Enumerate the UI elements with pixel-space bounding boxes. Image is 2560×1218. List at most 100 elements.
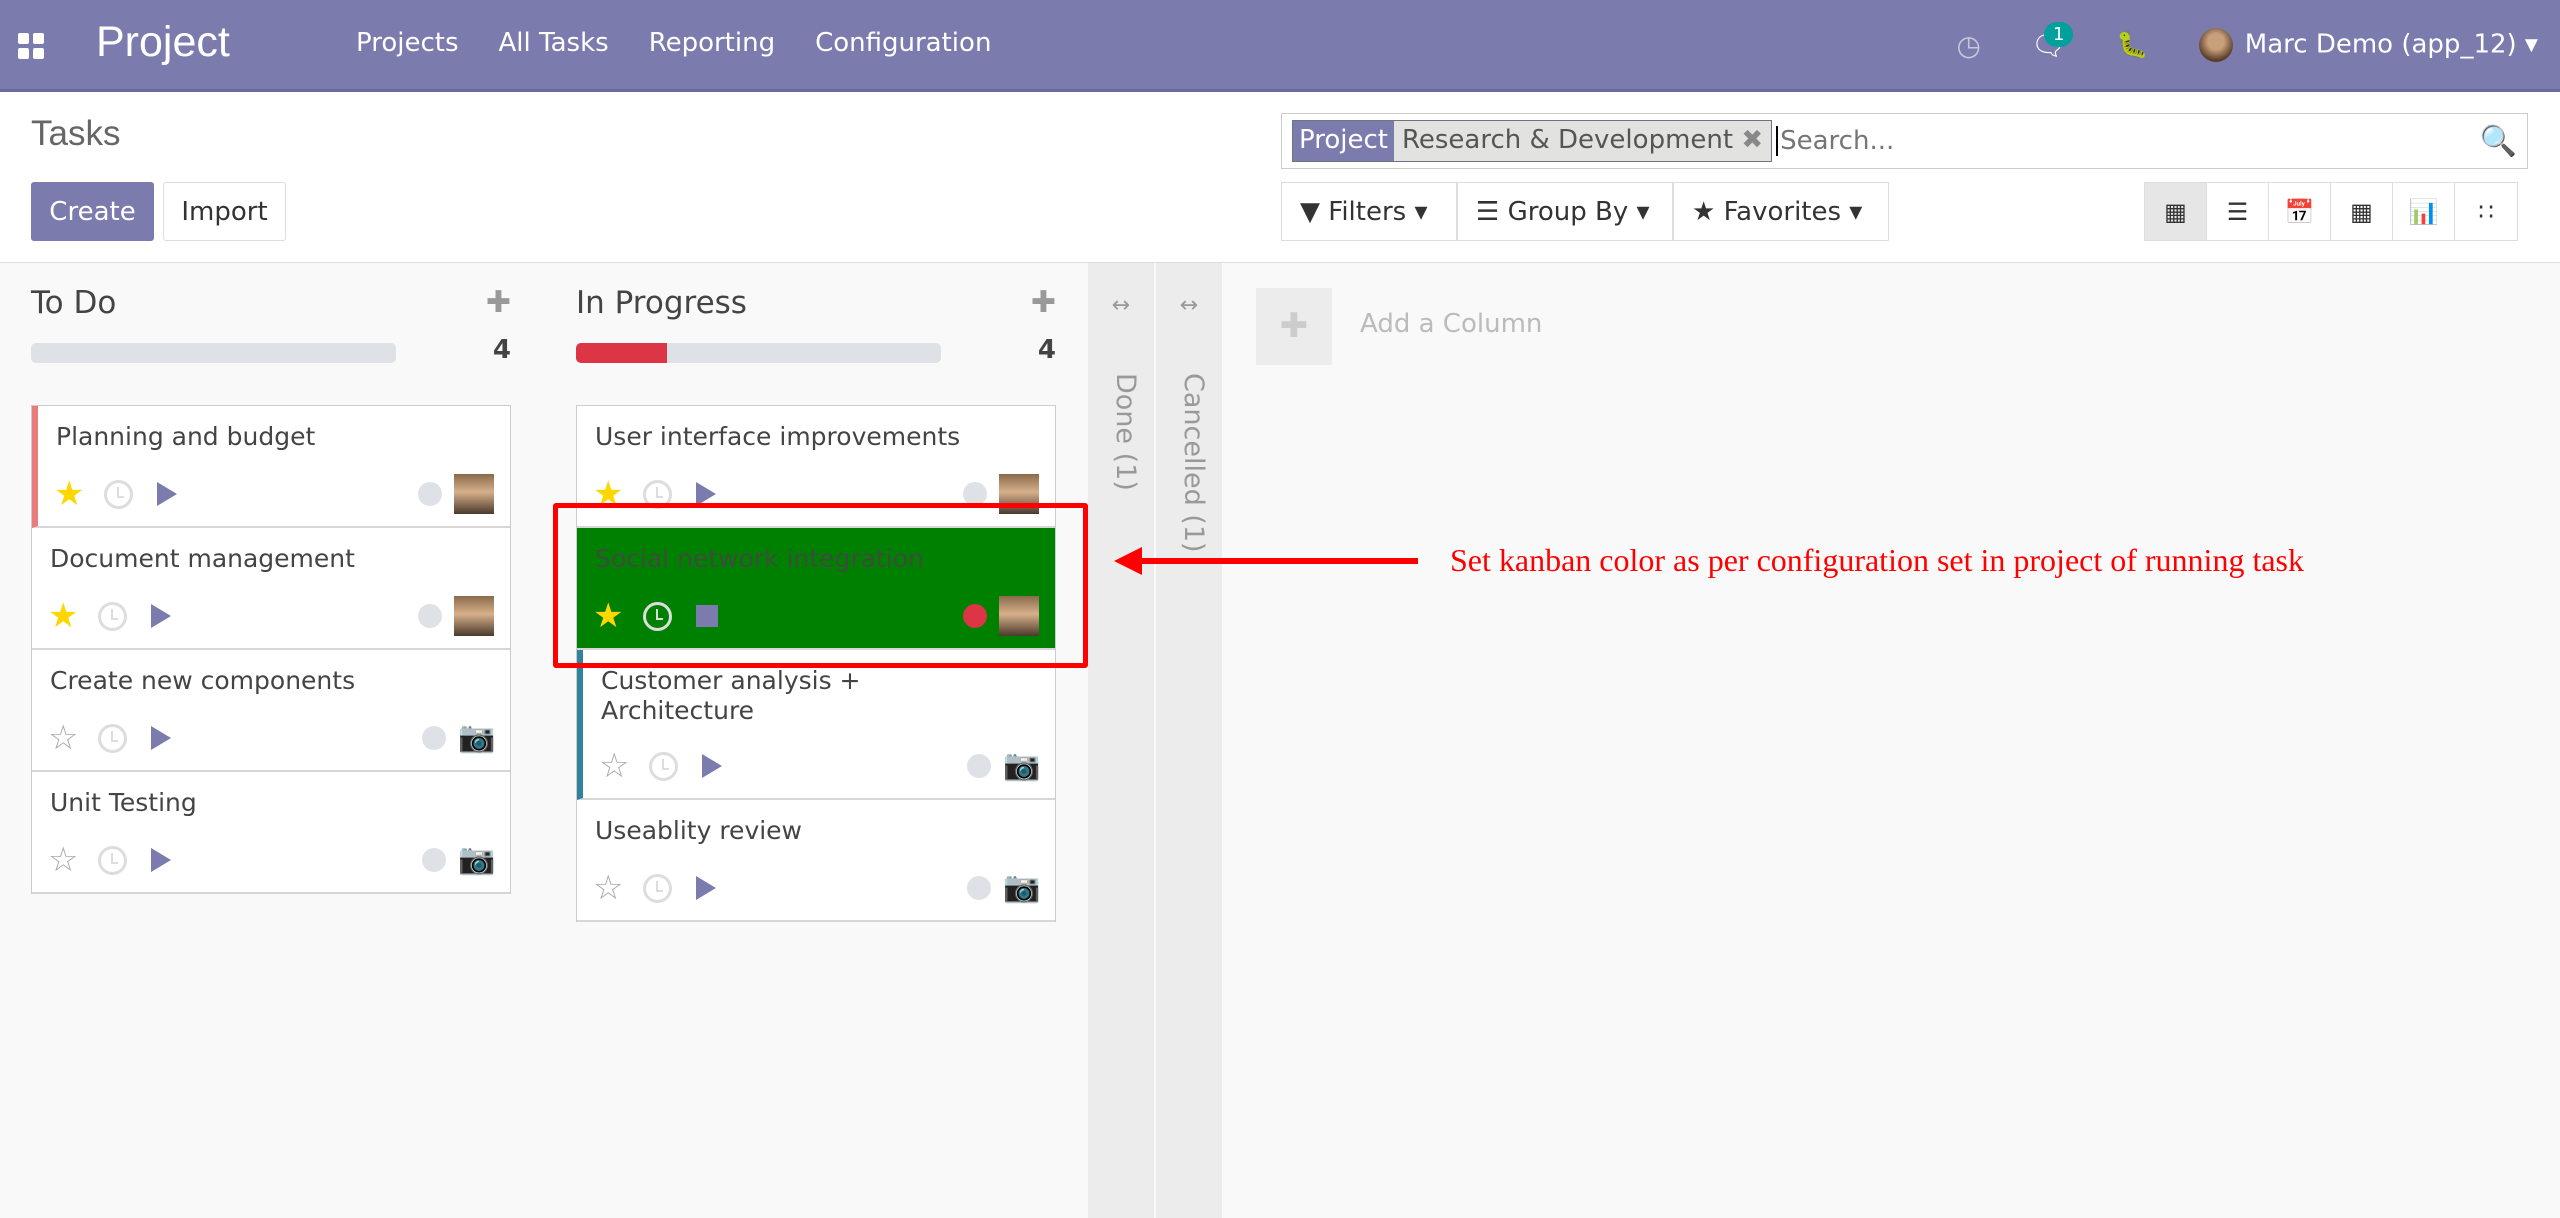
priority-star-outline-icon[interactable]: ☆ bbox=[48, 718, 98, 758]
task-card[interactable]: Create new components ☆ 📷 bbox=[32, 650, 510, 772]
search-icon[interactable]: 🔍 bbox=[2480, 124, 2517, 159]
kanban-state-dot[interactable] bbox=[967, 876, 991, 900]
start-timer-play-icon[interactable] bbox=[151, 726, 171, 750]
activity-view-icon[interactable]: ∷ bbox=[2455, 183, 2517, 240]
kanban-view-icon[interactable]: ▦ bbox=[2145, 183, 2207, 240]
star-icon: ★ bbox=[1692, 196, 1716, 227]
column-title: To Do bbox=[31, 285, 117, 321]
task-card[interactable]: Customer analysis + Architecture ☆ 📷 bbox=[577, 650, 1055, 800]
create-button[interactable]: Create bbox=[31, 182, 154, 241]
task-title: User interface improvements bbox=[595, 422, 961, 451]
menu-all-tasks[interactable]: All Tasks bbox=[499, 28, 609, 58]
no-avatar-camera-icon: 📷 bbox=[458, 842, 496, 877]
view-switcher: ▦ ☰ 📅 ▦ 📊 ∷ bbox=[2144, 182, 2518, 241]
task-card[interactable]: Useablity review ☆ 📷 bbox=[577, 800, 1055, 922]
task-title: Create new components bbox=[50, 666, 356, 695]
column-progress-bar[interactable] bbox=[576, 343, 941, 363]
start-timer-play-icon[interactable] bbox=[151, 848, 171, 872]
assignee-avatar bbox=[454, 596, 494, 636]
activity-clock-icon[interactable] bbox=[98, 723, 127, 753]
folded-column-label: Cancelled (1) bbox=[1178, 373, 1209, 553]
start-timer-play-icon[interactable] bbox=[151, 604, 171, 628]
annotation-arrowhead bbox=[1114, 547, 1142, 575]
favorites-button[interactable]: ★ Favorites ▾ bbox=[1673, 182, 1889, 241]
task-title: Customer analysis + Architecture bbox=[601, 666, 861, 725]
control-panel: Tasks Create Import Project Research & D… bbox=[0, 92, 2560, 263]
facet-key: Project bbox=[1293, 121, 1394, 161]
activity-clock-icon[interactable] bbox=[98, 845, 127, 875]
annotation-text: Set kanban color as per configuration se… bbox=[1450, 542, 2304, 578]
page-title: Tasks bbox=[31, 114, 121, 153]
folded-column-cancelled[interactable]: ↔ Cancelled (1) bbox=[1156, 263, 1222, 1218]
column-count: 4 bbox=[492, 335, 511, 365]
add-column-button[interactable]: Add a Column bbox=[1360, 309, 1542, 339]
group-by-label: Group By bbox=[1507, 196, 1629, 227]
kanban-column-in-progress: In Progress ✚ 4 User interface improveme… bbox=[576, 263, 1056, 922]
calendar-view-icon[interactable]: 📅 bbox=[2269, 183, 2331, 240]
graph-view-icon[interactable]: 📊 bbox=[2393, 183, 2455, 240]
task-title: Useablity review bbox=[595, 816, 803, 845]
start-timer-play-icon[interactable] bbox=[157, 482, 177, 506]
filters-button[interactable]: ▼ Filters ▾ bbox=[1281, 182, 1457, 241]
activity-clock-icon[interactable]: ◷ bbox=[1956, 29, 1980, 62]
remove-facet-icon[interactable]: ✖ bbox=[1741, 125, 1763, 155]
activity-clock-icon[interactable] bbox=[98, 601, 127, 631]
folded-column-done[interactable]: ↔ Done (1) bbox=[1088, 263, 1154, 1218]
task-title: Planning and budget bbox=[56, 422, 316, 451]
task-card[interactable]: Planning and budget ★ bbox=[32, 406, 510, 528]
search-input[interactable] bbox=[1776, 126, 2527, 156]
task-card[interactable]: Unit Testing ☆ 📷 bbox=[32, 772, 510, 894]
activity-clock-icon[interactable] bbox=[643, 873, 672, 903]
assignee-avatar bbox=[454, 474, 494, 514]
kanban-state-dot[interactable] bbox=[422, 848, 446, 872]
kanban-state-dot[interactable] bbox=[418, 482, 442, 506]
debug-bug-icon[interactable]: 🐛 bbox=[2116, 30, 2148, 60]
kanban-state-dot[interactable] bbox=[967, 754, 991, 778]
column-count: 4 bbox=[1037, 335, 1056, 365]
kanban-state-dot[interactable] bbox=[418, 604, 442, 628]
list-icon: ☰ bbox=[1476, 196, 1500, 227]
no-avatar-camera-icon: 📷 bbox=[1003, 870, 1041, 905]
menu-reporting[interactable]: Reporting bbox=[649, 28, 775, 58]
user-name: Marc Demo (app_12) bbox=[2244, 29, 2517, 60]
expand-arrows-icon[interactable]: ↔ bbox=[1156, 293, 1222, 318]
priority-star-outline-icon[interactable]: ☆ bbox=[599, 746, 649, 786]
apps-menu-icon[interactable] bbox=[18, 33, 44, 59]
priority-star-icon[interactable]: ★ bbox=[48, 596, 98, 636]
priority-star-icon[interactable]: ★ bbox=[54, 474, 104, 514]
filter-icon: ▼ bbox=[1300, 196, 1320, 227]
start-timer-play-icon[interactable] bbox=[702, 754, 722, 778]
import-button[interactable]: Import bbox=[163, 182, 286, 241]
menu-configuration[interactable]: Configuration bbox=[815, 28, 991, 58]
priority-star-outline-icon[interactable]: ☆ bbox=[48, 840, 98, 880]
annotation-arrow bbox=[1140, 558, 1418, 564]
activity-clock-icon[interactable] bbox=[649, 751, 678, 781]
menu-projects[interactable]: Projects bbox=[356, 28, 459, 58]
kanban-state-dot[interactable] bbox=[422, 726, 446, 750]
quick-create-plus-icon[interactable]: ✚ bbox=[486, 285, 511, 320]
favorites-label: Favorites bbox=[1723, 196, 1842, 227]
activity-clock-icon[interactable] bbox=[104, 479, 133, 509]
top-navbar: Project Projects All Tasks Reporting Con… bbox=[0, 0, 2560, 92]
priority-star-outline-icon[interactable]: ☆ bbox=[593, 868, 643, 908]
list-view-icon[interactable]: ☰ bbox=[2207, 183, 2269, 240]
filters-label: Filters bbox=[1328, 196, 1407, 227]
column-progress-bar[interactable] bbox=[31, 343, 396, 363]
expand-arrows-icon[interactable]: ↔ bbox=[1088, 293, 1154, 318]
no-avatar-camera-icon: 📷 bbox=[1003, 748, 1041, 783]
pivot-view-icon[interactable]: ▦ bbox=[2331, 183, 2393, 240]
folded-column-label: Done (1) bbox=[1110, 373, 1141, 491]
task-card[interactable]: Document management ★ bbox=[32, 528, 510, 650]
app-name: Project bbox=[96, 18, 230, 66]
column-title: In Progress bbox=[576, 285, 747, 321]
kanban-column-todo: To Do ✚ 4 Planning and budget ★ Document… bbox=[31, 263, 511, 894]
quick-create-plus-icon[interactable]: ✚ bbox=[1031, 285, 1056, 320]
user-menu[interactable]: Marc Demo (app_12) ▾ bbox=[2198, 28, 2538, 62]
add-column-plus-icon[interactable]: ✚ bbox=[1256, 288, 1332, 365]
progress-blocked-segment[interactable] bbox=[576, 343, 668, 363]
task-title: Unit Testing bbox=[50, 788, 197, 817]
avatar bbox=[2198, 28, 2233, 62]
task-title: Document management bbox=[50, 544, 355, 573]
start-timer-play-icon[interactable] bbox=[696, 876, 716, 900]
group-by-button[interactable]: ☰ Group By ▾ bbox=[1457, 182, 1673, 241]
